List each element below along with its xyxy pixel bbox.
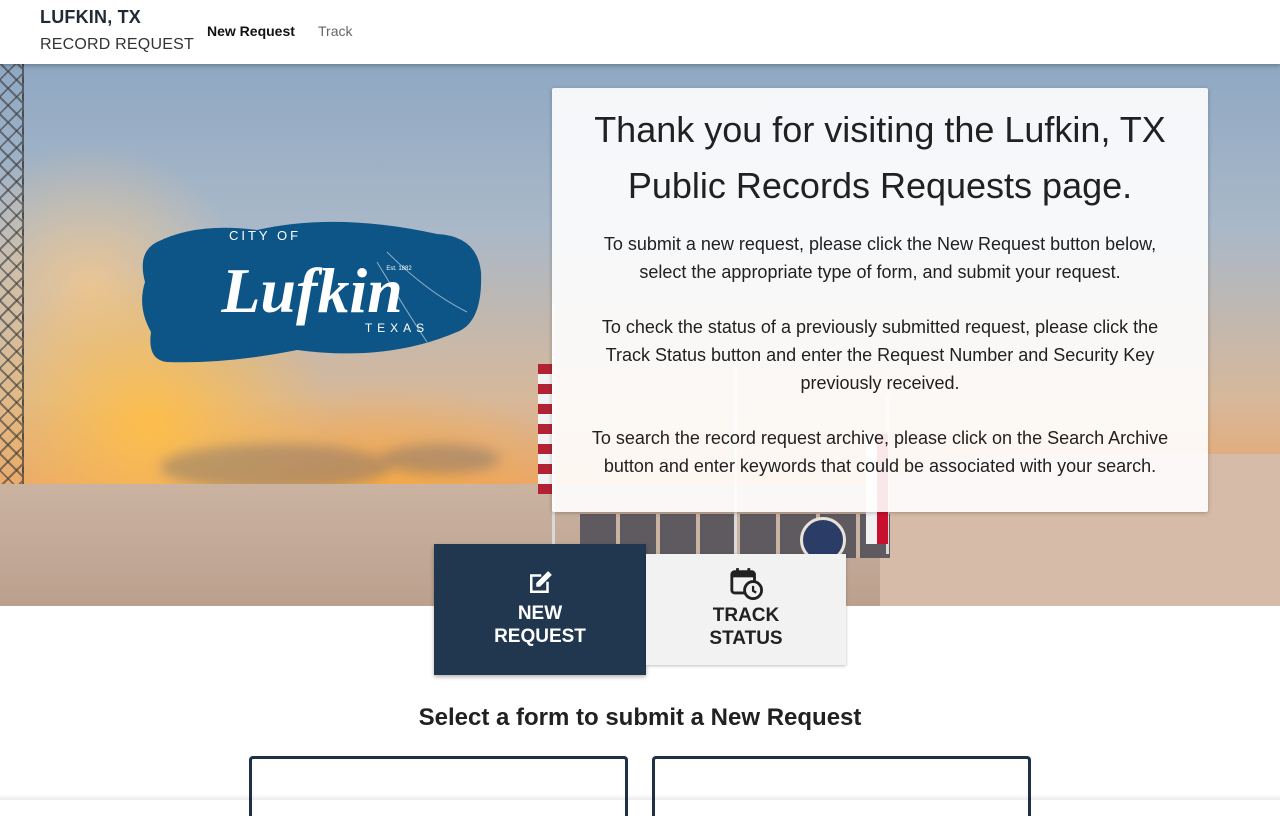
welcome-title: Thank you for visiting the Lufkin, TX Pu…	[594, 109, 1166, 206]
city-of-lufkin-logo: CITY OF Lufkin TEXAS Est. 1882	[142, 221, 482, 363]
welcome-paragraph-new-request: To submit a new request, please click th…	[603, 234, 1157, 282]
bottom-shade	[0, 794, 1280, 800]
brand-city: LUFKIN, TX	[40, 7, 141, 27]
edit-icon	[530, 571, 552, 593]
app-header: LUFKIN, TX RECORD REQUEST New Request Tr…	[0, 0, 1280, 64]
logo-name: Lufkin	[220, 255, 402, 326]
brand-subtitle: RECORD REQUEST	[40, 36, 194, 53]
us-flag	[538, 364, 552, 494]
logo-top-text: CITY OF	[229, 228, 301, 243]
radio-tower	[0, 64, 24, 554]
track-status-button[interactable]: TRACK STATUS	[646, 554, 846, 665]
welcome-card: Thank you for visiting the Lufkin, TX Pu…	[552, 88, 1208, 512]
calendar-clock-icon	[730, 568, 763, 600]
track-status-label: TRACK STATUS	[709, 605, 783, 649]
logo-bottom-text: TEXAS	[365, 321, 429, 335]
logo-est-text: Est. 1882	[386, 266, 412, 272]
form-card[interactable]	[249, 756, 628, 816]
brand[interactable]: LUFKIN, TX RECORD REQUEST	[40, 7, 194, 54]
nav-track[interactable]: Track	[318, 23, 352, 39]
new-request-button[interactable]: NEW REQUEST	[434, 544, 646, 675]
nav-new-request[interactable]: New Request	[207, 23, 295, 39]
section-title: Select a form to submit a New Request	[418, 704, 862, 731]
welcome-paragraph-track: To check the status of a previously subm…	[601, 317, 1159, 393]
cloud-shadow	[380, 444, 500, 474]
welcome-paragraph-archive: To search the record request archive, pl…	[591, 428, 1169, 476]
form-card[interactable]	[652, 756, 1031, 816]
new-request-label: NEW REQUEST	[494, 603, 586, 647]
